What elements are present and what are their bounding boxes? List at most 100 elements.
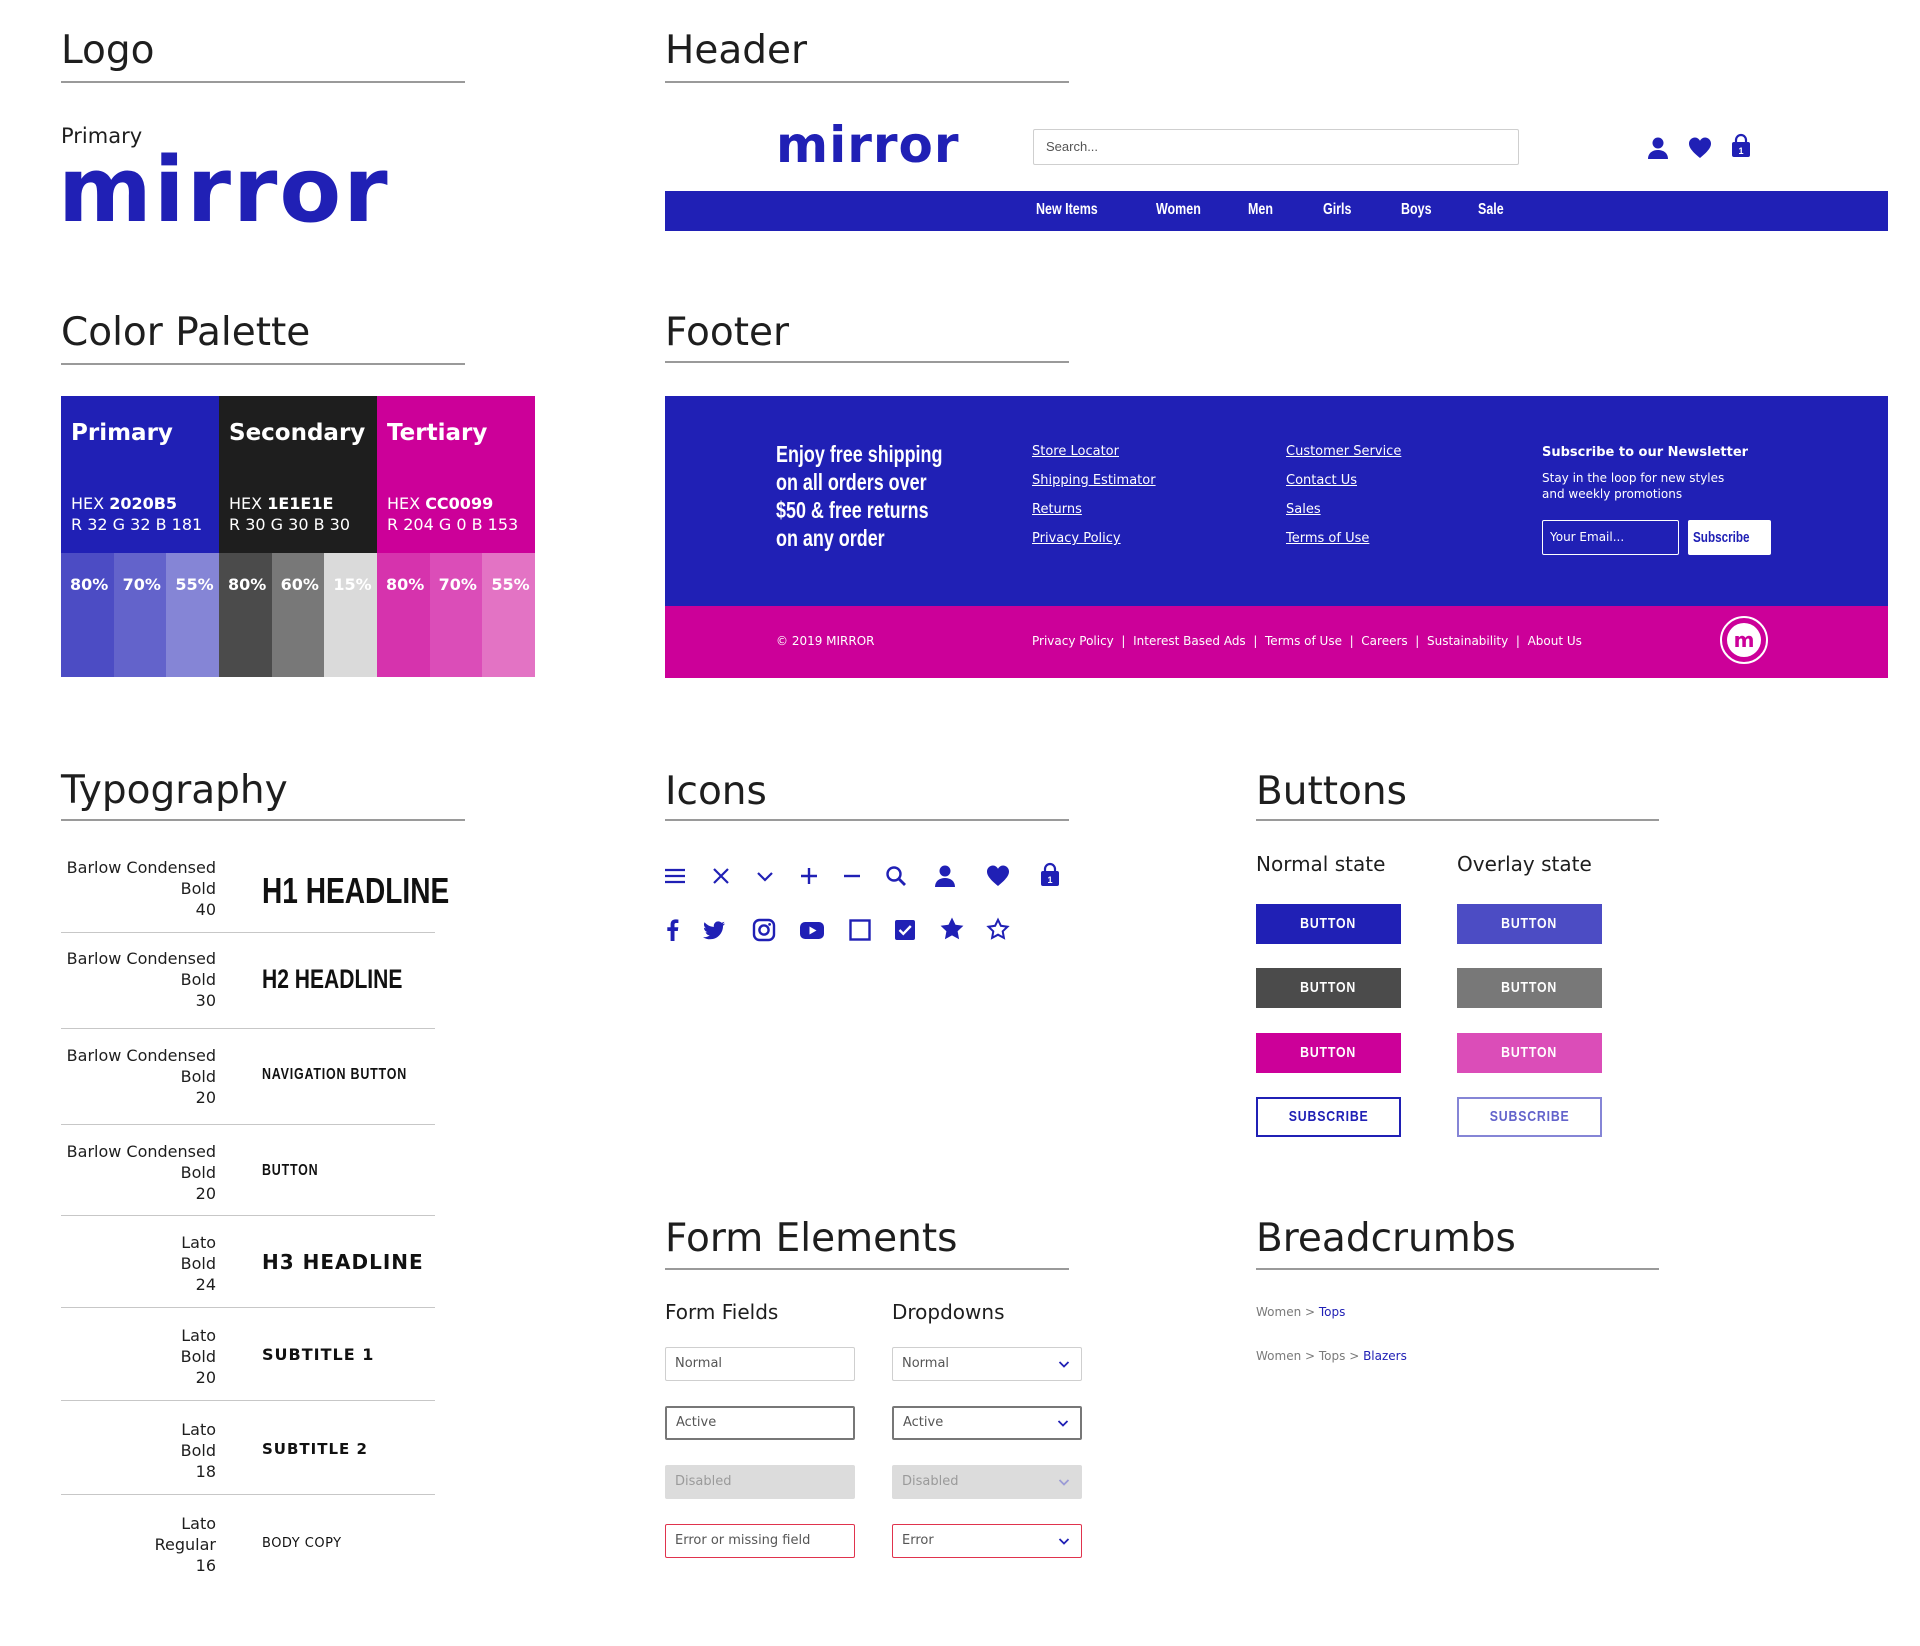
- menu-icon: [661, 862, 689, 890]
- section-divider: [665, 819, 1069, 821]
- subscribe-outline-button[interactable]: SUBSCRIBE: [1256, 1097, 1401, 1137]
- legal-link-terms[interactable]: Terms of Use: [1265, 634, 1342, 648]
- nav-item-sale[interactable]: Sale: [1478, 201, 1511, 219]
- row-divider: [61, 1307, 435, 1308]
- chevron-down-icon: [751, 862, 779, 890]
- tint-label: 80%: [70, 575, 109, 594]
- nav-item-new-items[interactable]: New Items: [1036, 201, 1115, 219]
- newsletter-email-input[interactable]: Your Email...: [1542, 520, 1679, 555]
- tint-label: 60%: [280, 575, 319, 594]
- row-divider: [61, 932, 435, 933]
- breadcrumb-link[interactable]: Women: [1256, 1305, 1301, 1319]
- section-divider: [61, 81, 465, 83]
- nav-item-girls[interactable]: Girls: [1323, 201, 1359, 219]
- legal-link-ads[interactable]: Interest Based Ads: [1133, 634, 1246, 648]
- youtube-icon: [798, 916, 826, 944]
- header-search-input[interactable]: Search...: [1033, 129, 1519, 165]
- subscribe-outline-button-overlay[interactable]: SUBSCRIBE: [1457, 1097, 1602, 1137]
- tint-swatch: 60%: [271, 553, 325, 677]
- breadcrumb-link[interactable]: Women: [1256, 1349, 1301, 1363]
- type-sample-body-copy: BODY COPY: [262, 1536, 342, 1551]
- plus-icon: [795, 862, 823, 890]
- nav-item-women[interactable]: Women: [1156, 201, 1213, 219]
- dropdown-disabled: Disabled: [892, 1465, 1082, 1499]
- forms-section-title: Form Elements: [665, 1216, 958, 1261]
- swatch-name: Primary: [71, 420, 173, 446]
- bag-icon[interactable]: 1: [1727, 132, 1755, 160]
- swatch-secondary: Secondary HEX 1E1E1E R 30 G 30 B 30: [219, 396, 377, 553]
- legal-link-privacy[interactable]: Privacy Policy: [1032, 634, 1114, 648]
- breadcrumb: Women > Tops: [1256, 1305, 1346, 1319]
- footer-link-returns[interactable]: Returns: [1032, 502, 1082, 517]
- swatch-values: HEX 2020B5 R 32 G 32 B 181: [71, 494, 203, 534]
- instagram-icon: [750, 916, 778, 944]
- newsletter-text: Stay in the loop for new styles and week…: [1542, 471, 1725, 501]
- text-field-disabled: Disabled: [665, 1465, 855, 1499]
- breadcrumb-current: Tops: [1318, 1305, 1346, 1319]
- section-divider: [665, 361, 1069, 363]
- tint-swatch: 55%: [482, 553, 536, 677]
- newsletter-title: Subscribe to our Newsletter: [1542, 445, 1749, 460]
- tint-label: 80%: [228, 575, 267, 594]
- bag-icon: 1: [1036, 861, 1064, 889]
- footer-link-contact-us[interactable]: Contact Us: [1286, 473, 1357, 488]
- swatch-primary: Primary HEX 2020B5 R 32 G 32 B 181: [61, 396, 219, 553]
- text-field-error[interactable]: Error or missing field: [665, 1524, 855, 1558]
- newsletter-subscribe-button[interactable]: Subscribe: [1688, 520, 1771, 555]
- bag-count: 1: [1738, 146, 1743, 156]
- swatch-name: Tertiary: [387, 420, 488, 446]
- footer-link-shipping-estimator[interactable]: Shipping Estimator: [1032, 473, 1156, 488]
- primary-button[interactable]: BUTTON: [1256, 904, 1401, 944]
- nav-item-boys[interactable]: Boys: [1401, 201, 1440, 219]
- type-spec: Barlow Condensed Bold 30: [66, 949, 216, 1010]
- row-divider: [61, 1028, 435, 1029]
- row-divider: [61, 1124, 435, 1125]
- logo-section-title: Logo: [61, 28, 155, 73]
- icons-section-title: Icons: [665, 769, 767, 814]
- footer-link-customer-service[interactable]: Customer Service: [1286, 444, 1401, 459]
- header-logo[interactable]: mirror: [776, 118, 960, 172]
- dropdown-normal[interactable]: Normal: [892, 1347, 1082, 1381]
- tint-swatch: 70%: [113, 553, 167, 677]
- secondary-button[interactable]: BUTTON: [1256, 968, 1401, 1008]
- tint-label: 70%: [122, 575, 161, 594]
- star-filled-icon: [938, 915, 966, 943]
- nav-item-men[interactable]: Men: [1248, 201, 1280, 219]
- legal-separator: |: [1345, 634, 1358, 648]
- checkbox-checked-icon: [891, 916, 919, 944]
- primary-button-overlay[interactable]: BUTTON: [1457, 904, 1602, 944]
- tertiary-button-overlay[interactable]: BUTTON: [1457, 1033, 1602, 1073]
- footer-link-privacy-policy[interactable]: Privacy Policy: [1032, 531, 1121, 546]
- text-field-normal[interactable]: Normal: [665, 1347, 855, 1381]
- chevron-down-icon: [1056, 1408, 1070, 1438]
- footer-link-terms-of-use[interactable]: Terms of Use: [1286, 531, 1369, 546]
- tint-label: 70%: [438, 575, 477, 594]
- footer-link-sales[interactable]: Sales: [1286, 502, 1321, 517]
- legal-link-careers[interactable]: Careers: [1361, 634, 1407, 648]
- dropdown-active[interactable]: Active: [892, 1406, 1082, 1440]
- tertiary-button[interactable]: BUTTON: [1256, 1033, 1401, 1073]
- heart-icon[interactable]: [1686, 134, 1714, 162]
- tint-swatch: 80%: [219, 553, 272, 677]
- text-field-active[interactable]: Active: [665, 1406, 855, 1440]
- svg-text:1: 1: [1047, 875, 1052, 885]
- close-icon: [707, 862, 735, 890]
- legal-link-sustainability[interactable]: Sustainability: [1427, 634, 1508, 648]
- type-spec: Barlow Condensed Bold 40: [66, 858, 216, 919]
- minus-icon: [838, 862, 866, 890]
- chevron-down-icon: [1057, 1348, 1071, 1380]
- breadcrumb-link[interactable]: Tops: [1319, 1349, 1346, 1363]
- footer-link-store-locator[interactable]: Store Locator: [1032, 444, 1119, 459]
- type-sample-subtitle-2: SUBTITLE 2: [262, 1440, 368, 1458]
- type-sample-button: BUTTON: [262, 1162, 319, 1179]
- legal-link-about[interactable]: About Us: [1528, 634, 1582, 648]
- palette-section-title: Color Palette: [61, 310, 311, 355]
- buttons-normal-label: Normal state: [1256, 852, 1386, 876]
- breadcrumb-current: Blazers: [1363, 1349, 1407, 1363]
- swatch-values: HEX 1E1E1E R 30 G 30 B 30: [229, 494, 350, 534]
- type-sample-h2: H2 HEADLINE: [262, 964, 403, 994]
- user-icon[interactable]: [1644, 134, 1672, 162]
- secondary-button-overlay[interactable]: BUTTON: [1457, 968, 1602, 1008]
- dropdown-error[interactable]: Error: [892, 1524, 1082, 1558]
- typography-section-title: Typography: [61, 768, 288, 813]
